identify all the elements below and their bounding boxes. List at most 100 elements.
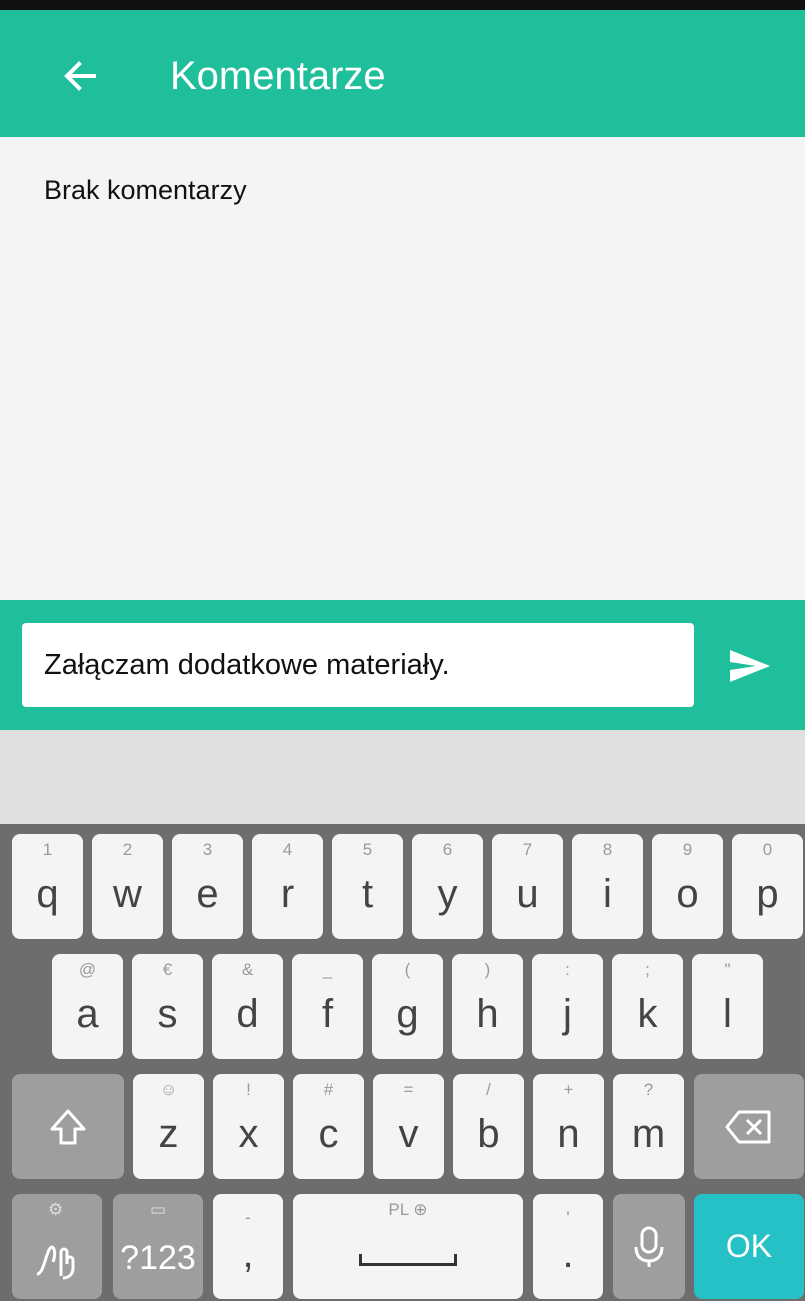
ok-key[interactable]: OK <box>694 1194 804 1299</box>
key-hint: : <box>565 960 570 979</box>
microphone-icon <box>634 1226 664 1267</box>
key-d[interactable]: & d <box>212 954 283 1059</box>
send-button[interactable] <box>722 638 778 694</box>
key-hint: ? <box>643 1080 654 1099</box>
clipboard-icon: ▭ <box>149 1200 167 1219</box>
key-g[interactable]: (g <box>372 954 443 1059</box>
key-label: x <box>238 1112 259 1156</box>
key-hint: ) <box>484 960 491 979</box>
key-hint: 0 <box>762 840 773 859</box>
keyboard-row-3: ☺ z! x # c = v / b + n? m <box>0 1074 805 1179</box>
suggestion-strip <box>0 730 805 824</box>
key-label: p <box>756 872 779 916</box>
symbols-key[interactable]: ▭ ?123 <box>113 1194 203 1299</box>
key-label: n <box>557 1112 580 1156</box>
key-r[interactable]: 4r <box>252 834 323 939</box>
key-n[interactable]: + n <box>533 1074 604 1179</box>
key-hint: / <box>486 1080 491 1099</box>
comment-input[interactable]: Załączam dodatkowe materiały. <box>22 623 694 707</box>
shift-key[interactable] <box>12 1074 124 1179</box>
key-v[interactable]: = v <box>373 1074 444 1179</box>
key-q[interactable]: 1q <box>12 834 83 939</box>
key-label: j <box>563 992 572 1036</box>
key-e[interactable]: 3e <box>172 834 243 939</box>
key-label: t <box>361 872 374 916</box>
key-c[interactable]: # c <box>293 1074 364 1179</box>
status-bar-edge <box>0 0 805 10</box>
key-b[interactable]: / b <box>453 1074 524 1179</box>
key-label: i <box>603 872 612 916</box>
space-bar-icon <box>359 1254 457 1266</box>
key-label: z <box>158 1112 179 1156</box>
back-button[interactable] <box>52 48 108 104</box>
key-hint: = <box>403 1080 414 1099</box>
key-label: l <box>723 992 732 1036</box>
key-w[interactable]: 2w <box>92 834 163 939</box>
key-a[interactable]: @ a <box>52 954 123 1059</box>
ok-key-label: OK <box>725 1228 773 1264</box>
key-hint: 7 <box>522 840 533 859</box>
key-m[interactable]: ? m <box>613 1074 684 1179</box>
key-z[interactable]: ☺ z <box>133 1074 204 1179</box>
key-hint: € <box>162 960 173 979</box>
key-l[interactable]: " l <box>692 954 763 1059</box>
comma-key[interactable]: - , <box>213 1194 283 1299</box>
page-title: Komentarze <box>170 54 386 98</box>
key-label: r <box>280 872 295 916</box>
key-hint: @ <box>78 960 97 979</box>
key-hint: & <box>241 960 254 979</box>
key-hint: 2 <box>122 840 133 859</box>
settings-icon: ⚙ <box>48 1200 64 1219</box>
key-x[interactable]: ! x <box>213 1074 284 1179</box>
symbols-key-label: ?123 <box>120 1239 196 1277</box>
key-label: y <box>437 872 458 916</box>
key-hint: ☺ <box>159 1080 178 1099</box>
key-u[interactable]: 7u <box>492 834 563 939</box>
key-hint: # <box>323 1080 334 1099</box>
key-o[interactable]: 9o <box>652 834 723 939</box>
key-hint: ! <box>246 1080 251 1099</box>
app-bar: Komentarze <box>0 10 805 137</box>
key-label: c <box>318 1112 339 1156</box>
backspace-icon <box>725 1110 771 1143</box>
key-s[interactable]: € s <box>132 954 203 1059</box>
screen: Komentarze Brak komentarzy Załączam doda… <box>0 0 805 1301</box>
keyboard-row-1: 1q2w3e4r5t6y7u8i9o0p <box>0 834 805 939</box>
arrow-left-icon <box>64 61 96 91</box>
key-hint: ; <box>645 960 650 979</box>
key-hint: ( <box>404 960 411 979</box>
keyboard: 1q2w3e4r5t6y7u8i9o0p @ a € s & d _ f(g) h: j; k " l <box>0 824 805 1301</box>
voice-input-key[interactable] <box>613 1194 685 1299</box>
key-hint: 9 <box>682 840 693 859</box>
send-icon <box>730 650 770 682</box>
period-key-hint: ' <box>566 1208 570 1227</box>
key-hint: 8 <box>602 840 613 859</box>
key-label: k <box>637 992 658 1036</box>
key-label: w <box>113 872 142 916</box>
key-hint: 6 <box>442 840 453 859</box>
key-k[interactable]: ; k <box>612 954 683 1059</box>
key-hint: 5 <box>362 840 373 859</box>
key-y[interactable]: 6y <box>412 834 483 939</box>
key-label: f <box>321 992 334 1036</box>
space-key[interactable]: PL ⊕ <box>293 1194 523 1299</box>
key-i[interactable]: 8i <box>572 834 643 939</box>
backspace-key[interactable] <box>694 1074 804 1179</box>
key-label: h <box>476 992 499 1036</box>
key-label: s <box>157 992 178 1036</box>
key-label: v <box>398 1112 419 1156</box>
gesture-key[interactable]: ⚙ <box>12 1194 102 1299</box>
key-label: a <box>76 992 99 1036</box>
key-label: e <box>196 872 219 916</box>
shift-icon <box>50 1109 86 1144</box>
space-key-language: PL ⊕ <box>388 1200 428 1219</box>
key-hint: _ <box>322 960 333 979</box>
key-h[interactable]: ) h <box>452 954 523 1059</box>
key-t[interactable]: 5t <box>332 834 403 939</box>
key-p[interactable]: 0p <box>732 834 803 939</box>
key-f[interactable]: _ f <box>292 954 363 1059</box>
key-hint: " <box>724 960 731 979</box>
period-key[interactable]: ' . <box>533 1194 603 1299</box>
period-key-label: . <box>562 1232 574 1276</box>
key-j[interactable]: :j <box>532 954 603 1059</box>
